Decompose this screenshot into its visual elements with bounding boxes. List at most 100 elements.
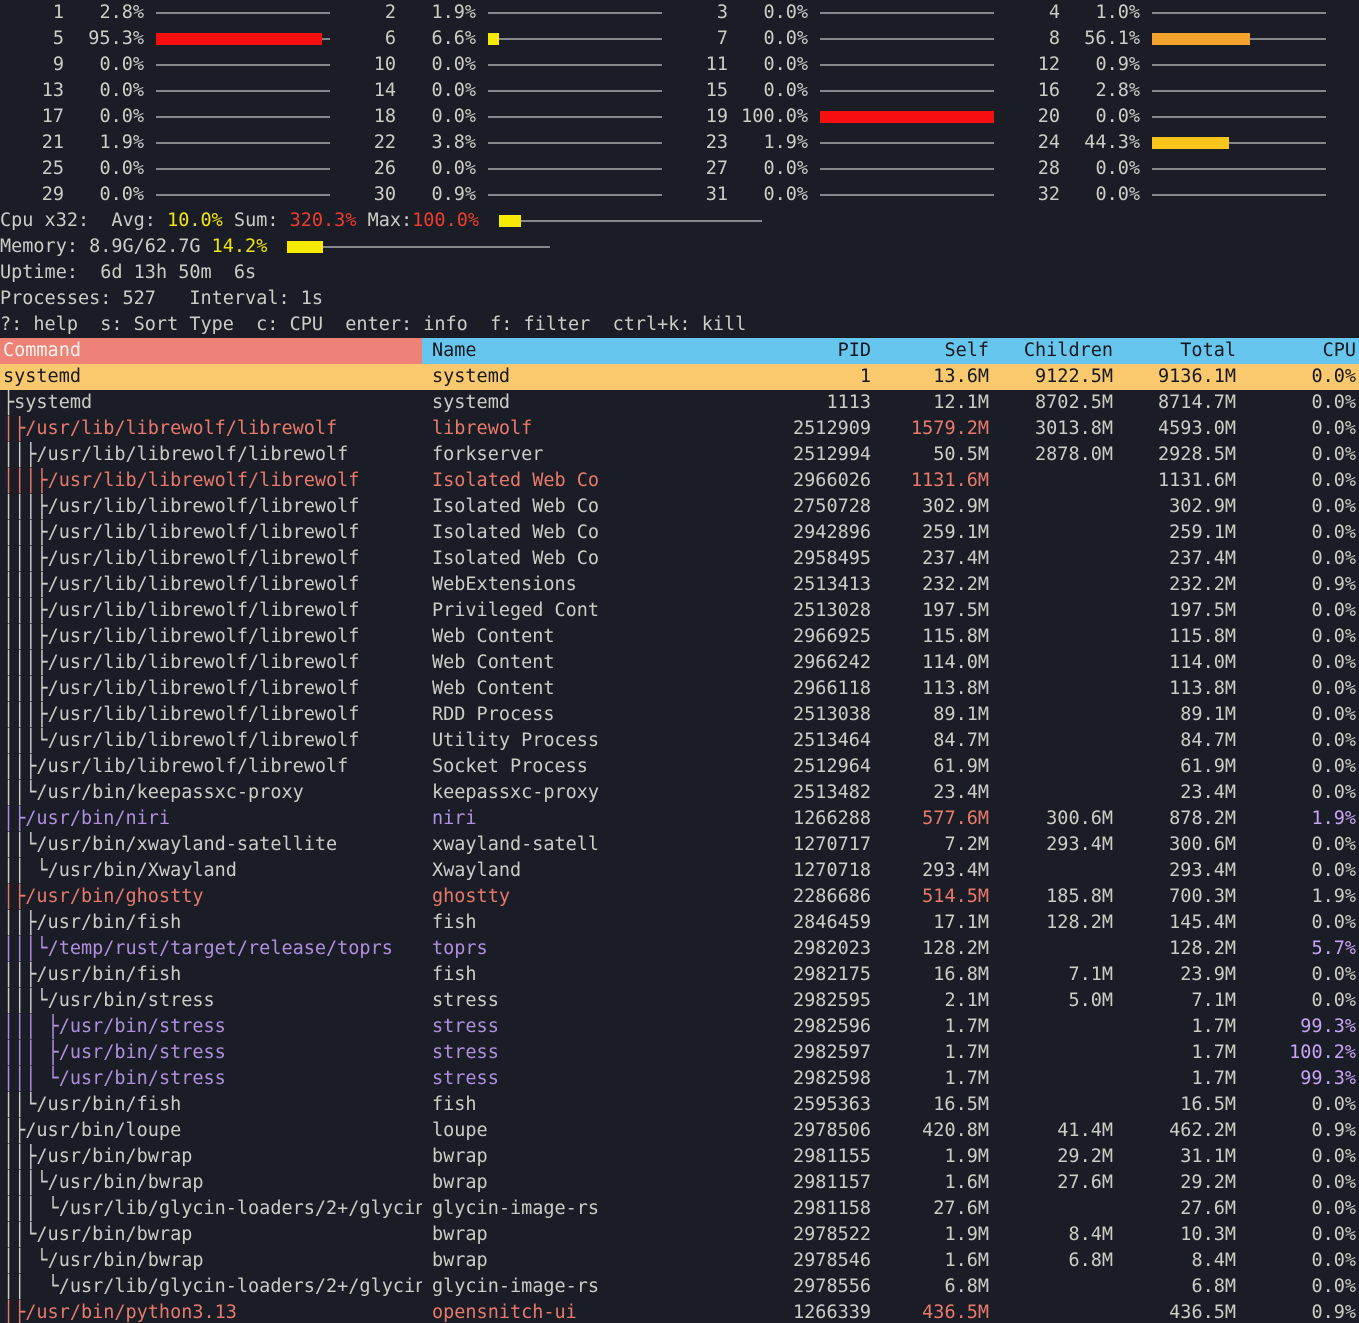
process-row-2982596[interactable]: │││ ├/usr/bin/stressstress29825961.7M1.7… <box>0 1014 1359 1040</box>
children-memory-cell <box>989 1066 1113 1092</box>
process-row-2982175[interactable]: ││├/usr/bin/fishfish298217516.8M7.1M23.9… <box>0 962 1359 988</box>
cpu-core-percent: 0.0% <box>1060 156 1140 182</box>
process-row-1[interactable]: systemdsystemd113.6M9122.5M9136.1M0.0% <box>0 364 1359 390</box>
cpu-core-number: 24 <box>996 130 1060 156</box>
pid-cell: 1270718 <box>660 858 871 884</box>
command-text: /usr/lib/glycin-loaders/2+/glycin <box>59 1276 422 1297</box>
cpu-sum-value: 320.3% <box>290 208 357 234</box>
process-row-2512964[interactable]: ││├/usr/lib/librewolf/librewolfSocket Pr… <box>0 754 1359 780</box>
column-header-self[interactable]: Self <box>871 338 989 364</box>
memory-summary-line: Memory: 8.9G/62.7G 14.2% <box>0 234 1359 260</box>
process-row-2513482[interactable]: ││└/usr/bin/keepassxc-proxykeepassxc-pro… <box>0 780 1359 806</box>
process-row-2966026[interactable]: │││├/usr/lib/librewolf/librewolfIsolated… <box>0 468 1359 494</box>
cpu-core-number: 22 <box>332 130 396 156</box>
pid-cell: 2966925 <box>660 624 871 650</box>
process-row-2942896[interactable]: │││├/usr/lib/librewolf/librewolfIsolated… <box>0 520 1359 546</box>
self-memory-cell: 113.8M <box>871 676 989 702</box>
cpu-percent-cell: 0.0% <box>1236 702 1359 728</box>
pid-cell: 2966026 <box>660 468 871 494</box>
process-row-1266288[interactable]: │├/usr/bin/niriniri1266288577.6M300.6M87… <box>0 806 1359 832</box>
cpu-core-bar <box>1152 52 1326 78</box>
process-row-2513413[interactable]: │││├/usr/lib/librewolf/librewolfWebExten… <box>0 572 1359 598</box>
process-row-1113[interactable]: ├systemdsystemd111312.1M8702.5M8714.7M0.… <box>0 390 1359 416</box>
process-row-2286686[interactable]: │├/usr/bin/ghosttyghostty2286686514.5M18… <box>0 884 1359 910</box>
column-header-cpu[interactable]: CPU <box>1236 338 1359 364</box>
tree-branch-lines: │││ ├ <box>3 1014 59 1040</box>
self-memory-cell: 197.5M <box>871 598 989 624</box>
process-row-2513464[interactable]: │││└/usr/lib/librewolf/librewolfUtility … <box>0 728 1359 754</box>
process-row-2978522[interactable]: ││└/usr/bin/bwrapbwrap29785221.9M8.4M10.… <box>0 1222 1359 1248</box>
process-row-2966242[interactable]: │││├/usr/lib/librewolf/librewolfWeb Cont… <box>0 650 1359 676</box>
process-row-2595363[interactable]: ││└/usr/bin/fishfish259536316.5M16.5M0.0… <box>0 1092 1359 1118</box>
command-text: /usr/lib/librewolf/librewolf <box>48 652 360 673</box>
cpu-core-4: 41.0% <box>996 0 1328 26</box>
process-row-2982597[interactable]: │││ ├/usr/bin/stressstress29825971.7M1.7… <box>0 1040 1359 1066</box>
process-row-2981155[interactable]: ││├/usr/bin/bwrapbwrap29811551.9M29.2M31… <box>0 1144 1359 1170</box>
pid-cell: 2942896 <box>660 520 871 546</box>
process-row-2982023[interactable]: │││└/temp/rust/target/release/toprstoprs… <box>0 936 1359 962</box>
cpu-core-bar <box>156 26 330 52</box>
process-row-2958495[interactable]: │││├/usr/lib/librewolf/librewolfIsolated… <box>0 546 1359 572</box>
process-row-2982598[interactable]: │││ └/usr/bin/stressstress29825981.7M1.7… <box>0 1066 1359 1092</box>
column-header-pid[interactable]: PID <box>660 338 871 364</box>
process-row-2981157[interactable]: │││└/usr/bin/bwrapbwrap29811571.6M27.6M2… <box>0 1170 1359 1196</box>
process-row-2512994[interactable]: ││├/usr/lib/librewolf/librewolfforkserve… <box>0 442 1359 468</box>
cpu-core-13: 130.0% <box>0 78 332 104</box>
command-cell: │││└/temp/rust/target/release/toprs <box>0 936 422 962</box>
total-memory-cell: 23.4M <box>1113 780 1236 806</box>
command-cell: │││├/usr/lib/librewolf/librewolf <box>0 702 422 728</box>
cpu-core-15: 150.0% <box>664 78 996 104</box>
cpu-percent-cell: 0.0% <box>1236 832 1359 858</box>
process-row-1266339[interactable]: │├/usr/bin/python3.13opensnitch-ui126633… <box>0 1300 1359 1323</box>
self-memory-cell: 259.1M <box>871 520 989 546</box>
tree-branch-lines: │││├ <box>3 650 48 676</box>
process-row-2513038[interactable]: │││├/usr/lib/librewolf/librewolfRDD Proc… <box>0 702 1359 728</box>
cpu-core-17: 170.0% <box>0 104 332 130</box>
process-row-2846459[interactable]: ││├/usr/bin/fishfish284645917.1M128.2M14… <box>0 910 1359 936</box>
column-header-command[interactable]: Command <box>0 338 422 364</box>
process-row-2966118[interactable]: │││├/usr/lib/librewolf/librewolfWeb Cont… <box>0 676 1359 702</box>
process-row-2978556[interactable]: ││ └/usr/lib/glycin-loaders/2+/glycingly… <box>0 1274 1359 1300</box>
process-row-2981158[interactable]: │││ └/usr/lib/glycin-loaders/2+/glycingl… <box>0 1196 1359 1222</box>
name-cell: Isolated Web Co <box>422 546 660 572</box>
cpu-core-26: 260.0% <box>332 156 664 182</box>
cpu-core-bar <box>488 52 662 78</box>
cpu-core-number: 1 <box>0 0 64 26</box>
command-text: /usr/bin/loupe <box>25 1120 181 1141</box>
command-text: /usr/lib/librewolf/librewolf <box>48 704 360 725</box>
name-cell: fish <box>422 1092 660 1118</box>
interval-value: 1s <box>301 286 323 312</box>
name-cell: ghostty <box>422 884 660 910</box>
total-memory-cell: 8714.7M <box>1113 390 1236 416</box>
name-cell: bwrap <box>422 1144 660 1170</box>
cpu-core-percent: 2.8% <box>64 0 144 26</box>
process-row-2978506[interactable]: │├/usr/bin/loupeloupe2978506420.8M41.4M4… <box>0 1118 1359 1144</box>
tree-branch-lines: │├ <box>3 1300 25 1323</box>
process-row-1270717[interactable]: ││└/usr/bin/xwayland-satellitexwayland-s… <box>0 832 1359 858</box>
self-memory-cell: 1.7M <box>871 1014 989 1040</box>
process-row-2512909[interactable]: │├/usr/lib/librewolf/librewolflibrewolf2… <box>0 416 1359 442</box>
cpu-core-percent: 1.9% <box>728 130 808 156</box>
process-row-2513028[interactable]: │││├/usr/lib/librewolf/librewolfPrivileg… <box>0 598 1359 624</box>
command-cell: │├/usr/bin/loupe <box>0 1118 422 1144</box>
process-row-1270718[interactable]: ││ └/usr/bin/XwaylandXwayland1270718293.… <box>0 858 1359 884</box>
cpu-percent-cell: 0.0% <box>1236 468 1359 494</box>
tree-branch-lines: │││ └ <box>3 1196 59 1222</box>
table-header-columns: Name PID Self Children Total CPU <box>422 338 1359 364</box>
process-row-2966925[interactable]: │││├/usr/lib/librewolf/librewolfWeb Cont… <box>0 624 1359 650</box>
tree-branch-lines: ││└ <box>3 1092 36 1118</box>
cpu-core-number: 30 <box>332 182 396 208</box>
process-row-2750728[interactable]: │││├/usr/lib/librewolf/librewolfIsolated… <box>0 494 1359 520</box>
cpu-percent-cell: 0.0% <box>1236 364 1359 390</box>
children-memory-cell <box>989 728 1113 754</box>
self-memory-cell: 6.8M <box>871 1274 989 1300</box>
process-row-2978546[interactable]: ││ └/usr/bin/bwrapbwrap29785461.6M6.8M8.… <box>0 1248 1359 1274</box>
column-header-name[interactable]: Name <box>422 338 660 364</box>
process-row-2982595[interactable]: │││└/usr/bin/stressstress29825952.1M5.0M… <box>0 988 1359 1014</box>
children-memory-cell <box>989 780 1113 806</box>
command-text: systemd <box>14 392 92 413</box>
column-header-children[interactable]: Children <box>989 338 1113 364</box>
tree-branch-lines: │││├ <box>3 520 48 546</box>
children-memory-cell <box>989 702 1113 728</box>
column-header-total[interactable]: Total <box>1113 338 1236 364</box>
